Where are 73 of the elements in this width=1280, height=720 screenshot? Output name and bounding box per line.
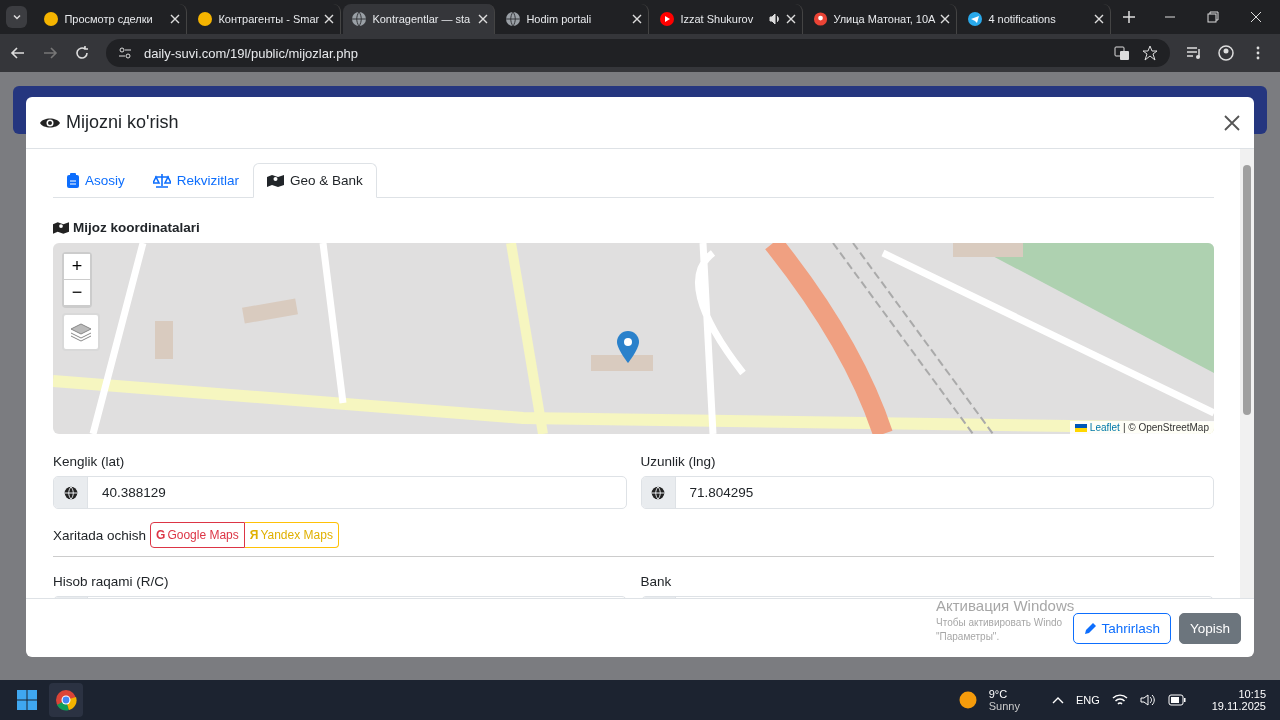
tab-search-button[interactable]	[6, 6, 28, 28]
site-settings-icon[interactable]	[118, 46, 132, 60]
favicon-icon	[505, 11, 522, 27]
bookmark-star-icon[interactable]	[1142, 45, 1158, 61]
favicon-icon	[659, 11, 676, 27]
input-field[interactable]: 71.804295	[640, 476, 1214, 509]
map-view[interactable]: + − Leaflet | © OpenStreetMap	[53, 243, 1214, 434]
favicon-icon	[967, 11, 984, 27]
zoom-in-button[interactable]: +	[64, 254, 90, 280]
field-label: Kenglik (lat)	[53, 454, 126, 469]
temperature-text: 9°C	[988, 688, 1009, 700]
favicon-icon	[351, 11, 368, 27]
field-label: Hisob raqami (R/C)	[53, 574, 170, 589]
field-label: Bank	[640, 574, 673, 589]
wifi-icon[interactable]	[1111, 693, 1128, 707]
section-title: Mijoz koordinatalari	[73, 220, 200, 235]
map-icon	[267, 173, 285, 188]
address-bar[interactable]: daily-suvi.com/19l/public/mijozlar.php	[106, 39, 1170, 67]
pencil-icon	[1084, 621, 1098, 635]
flag-icon	[1074, 423, 1087, 432]
chevron-down-icon	[11, 12, 22, 22]
close-icon[interactable]	[1224, 114, 1240, 131]
activation-notice-text: Активация Windows	[936, 597, 1075, 614]
footer-button[interactable]: Yopish	[1178, 612, 1241, 644]
back-icon[interactable]	[10, 45, 26, 61]
battery-icon[interactable]	[1167, 694, 1186, 706]
modal-tab[interactable]: Asosiy	[53, 163, 139, 198]
language-indicator[interactable]: ENG	[1075, 694, 1100, 706]
browser-tab[interactable]: Kontragentlar — sta	[343, 4, 496, 34]
reload-icon[interactable]	[74, 45, 90, 61]
media-icon[interactable]	[1186, 45, 1202, 61]
speaker-icon[interactable]	[769, 13, 782, 25]
scale-icon	[152, 173, 171, 188]
chevron-up-icon[interactable]	[1051, 696, 1064, 704]
close-tab-icon[interactable]	[170, 14, 181, 24]
favicon-icon	[197, 11, 214, 27]
forward-icon[interactable]	[42, 45, 58, 61]
attribution-text: | © OpenStreetMap	[1122, 422, 1209, 433]
field-label: Uzunlik (lng)	[640, 454, 717, 469]
layers-icon	[70, 322, 92, 342]
modal-tab[interactable]: Geo & Bank	[253, 163, 377, 198]
close-tab-icon[interactable]	[1094, 14, 1105, 24]
favicon-icon	[43, 11, 60, 27]
favicon-icon	[813, 11, 829, 27]
modal-tab[interactable]: Rekvizitlar	[138, 163, 254, 198]
close-tab-icon[interactable]	[632, 14, 643, 24]
weather-text: Sunny	[988, 700, 1020, 712]
start-icon[interactable]	[17, 690, 37, 710]
input-field[interactable]: 40.388129	[53, 476, 627, 509]
activation-notice-text: "Параметры".	[936, 631, 1001, 642]
clock[interactable]: 10:15 19.11.2025	[1211, 688, 1266, 712]
close-tab-icon[interactable]	[786, 14, 797, 24]
globe-icon	[63, 485, 78, 500]
clipboard-icon	[67, 173, 79, 188]
map-link-button[interactable]: G Google Maps	[150, 522, 245, 548]
close-tab-icon[interactable]	[940, 14, 951, 24]
scrollbar[interactable]	[1240, 149, 1254, 598]
map-icon	[53, 220, 69, 235]
globe-icon	[651, 485, 665, 500]
sun-icon[interactable]	[958, 691, 977, 709]
profile-icon[interactable]	[1218, 45, 1234, 61]
volume-icon[interactable]	[1139, 693, 1156, 707]
map-pin-icon[interactable]	[617, 331, 639, 363]
leaflet-link[interactable]: Leaflet	[1089, 422, 1120, 433]
close-tab-icon[interactable]	[324, 14, 335, 24]
modal-title: Mijozni ko'rish	[66, 112, 179, 133]
browser-taskbar-icon[interactable]	[49, 683, 83, 717]
open-in-map-label: Xaritada ochish	[53, 527, 147, 543]
close-tab-icon[interactable]	[478, 14, 489, 24]
activation-notice-text: Чтобы активировать Windo	[936, 617, 1064, 628]
footer-button[interactable]: Tahrirlash	[1073, 612, 1171, 644]
layers-button[interactable]	[62, 313, 100, 351]
translate-icon[interactable]	[1114, 45, 1130, 61]
